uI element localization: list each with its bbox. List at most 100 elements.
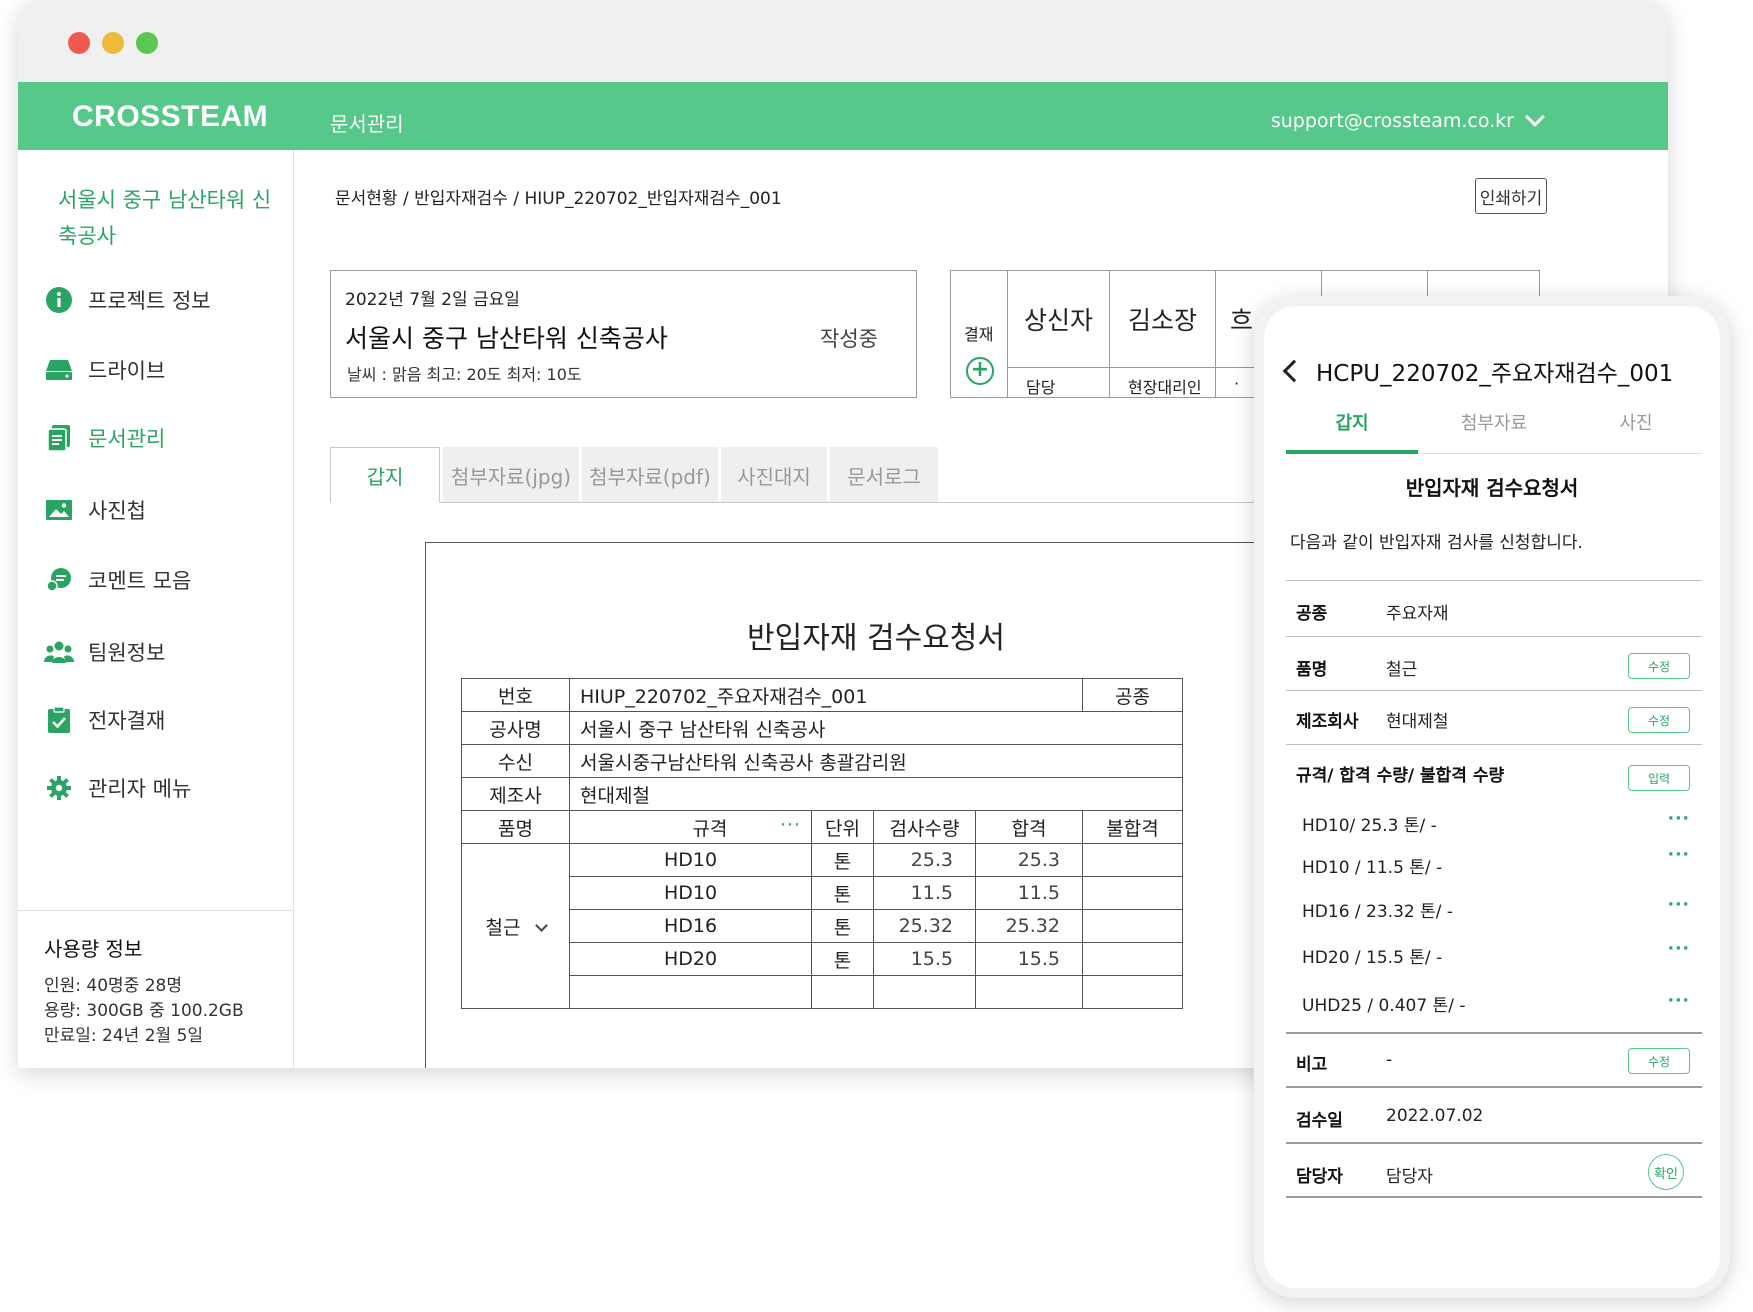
tab-photo-sheet[interactable]: 사진대지 [721,447,827,503]
sidebar-item-label: 팀원정보 [88,641,166,665]
sidebar-item-documents[interactable]: 문서관리 [44,418,165,458]
usage-info: 사용량 정보 인원: 40명중 28명 용량: 300GB 중 100.2GB … [18,910,293,1049]
crossteam-logo[interactable]: CROSSTEAM [72,100,268,134]
sidebar-item-approval[interactable]: 전자결재 [44,700,165,740]
usage-storage: 용량: 300GB 중 100.2GB [44,1001,244,1021]
spec-header-label: 규격 [692,817,728,840]
usage-expiry: 만료일: 24년 2월 5일 [44,1026,204,1046]
tab-attachments-pdf[interactable]: 첨부자료(pdf) [582,447,718,503]
item-header: 품명 [461,810,570,844]
more-icon[interactable]: ··· [780,814,801,836]
table-row: 번호 HIUP_220702_주요자재검수_001 공종 [461,678,1183,712]
drive-icon [44,355,74,385]
sidebar-item-team[interactable]: 팀원정보 [44,632,165,672]
table-row: HD10 톤 11.5 11.5 [462,876,1183,910]
mobile-doc-title: 반입자재 검수요청서 [1405,476,1579,500]
window-titlebar [18,0,1668,82]
sidebar-item-project-info[interactable]: 프로젝트 정보 [44,280,211,320]
tab-cover[interactable]: 갑지 [330,447,440,503]
document-date: 2022년 7월 2일 금요일 [345,290,520,310]
sidebar-item-label: 관리자 메뉴 [88,777,192,801]
more-icon[interactable]: ··· [1668,991,1690,1011]
sidebar-item-comments[interactable]: 코멘트 모음 [44,560,191,600]
account-email: support@crossteam.co.kr [1270,110,1514,132]
fail-cell [1082,975,1183,1009]
tab-document-log[interactable]: 문서로그 [830,447,938,503]
mobile-tab-attachments[interactable]: 첨부자료 [1428,406,1560,454]
spec-cell: HD20 [569,942,812,976]
field-label: 품명 [1296,660,1328,680]
spec-item: HD10/ 25.3 톤/ - [1302,816,1437,836]
field-label: 비고 [1296,1055,1328,1075]
spec-item: HD10 / 11.5 톤/ - [1302,858,1443,878]
account-menu[interactable]: support@crossteam.co.kr [1270,107,1545,132]
table-row-empty [462,975,1183,1009]
maximize-window-button[interactable] [136,32,158,54]
close-window-button[interactable] [68,32,90,54]
sidebar-item-label: 프로젝트 정보 [88,289,211,313]
qty-cell: 25.3 [873,843,976,877]
confirm-manager-button[interactable]: 확인 [1648,1154,1684,1190]
inspection-table: 번호 HIUP_220702_주요자재검수_001 공종 공사명 서울시 중구 … [461,678,1183,1009]
mobile-field-note: 비고 - 수정 [1286,1032,1702,1086]
edit-note-button[interactable]: 수정 [1628,1048,1690,1074]
info-icon [44,285,74,315]
more-icon[interactable]: ··· [1668,809,1690,829]
fail-cell [1082,942,1183,976]
gear-icon [44,773,74,803]
field-value: 주요자재 [1386,604,1449,624]
item-name: 철근 [485,916,521,939]
comment-icon [44,565,74,595]
type-label: 공종 [1082,678,1183,712]
chevron-down-icon [534,918,548,932]
qty-header: 검사수량 [873,810,976,844]
recv-label: 수신 [461,744,570,778]
breadcrumb: 문서현황 / 반입자재검수 / HIUP_220702_반입자재검수_001 [335,189,782,209]
fail-cell [1082,909,1183,943]
pass-cell: 15.5 [975,942,1083,976]
more-icon[interactable]: ··· [1668,845,1690,865]
mobile-tab-photos[interactable]: 사진 [1570,406,1702,454]
unit-cell: 톤 [811,942,874,976]
edit-item-button[interactable]: 수정 [1628,653,1690,679]
back-icon[interactable] [1282,359,1306,383]
mobile-field-maker: 제조회사 현대제철 수정 [1286,690,1702,744]
qty-cell: 11.5 [873,876,976,910]
no-value: HIUP_220702_주요자재검수_001 [569,678,1083,712]
maker-label: 제조사 [461,777,570,811]
more-icon[interactable]: ··· [1668,895,1690,915]
field-label: 검수일 [1296,1111,1343,1131]
header-section-title: 문서관리 [330,112,404,136]
recv-value: 서울시중구남산타워 신축공사 총괄감리원 [569,744,1183,778]
maker-value: 현대제철 [569,777,1183,811]
mobile-tab-cover[interactable]: 갑지 [1286,406,1418,454]
qty-cell: 15.5 [873,942,976,976]
mobile-field-date: 검수일 2022.07.02 [1286,1086,1702,1142]
sidebar-item-photos[interactable]: 사진첩 [44,490,146,530]
app-header: CROSSTEAM 문서관리 support@crossteam.co.kr [18,82,1668,150]
more-icon[interactable]: ··· [1668,939,1690,959]
mobile-field-spec: 규격/ 합격 수량/ 불합격 수량 입력 HD10/ 25.3 톤/ - ···… [1286,744,1702,1032]
minimize-window-button[interactable] [102,32,124,54]
tab-attachments-jpg[interactable]: 첨부자료(jpg) [443,447,579,503]
edit-maker-button[interactable]: 수정 [1628,707,1690,733]
spec-cell: HD10 [569,876,812,910]
input-spec-button[interactable]: 입력 [1628,765,1690,791]
sidebar-item-admin[interactable]: 관리자 메뉴 [44,768,191,808]
site-label: 공사명 [461,711,570,745]
document-info-box: 2022년 7월 2일 금요일 서울시 중구 남산타워 신축공사 작성중 날씨 … [330,270,917,398]
document-icon [44,423,74,453]
spec-cell: HD16 [569,909,812,943]
spec-item: HD16 / 23.32 톤/ - [1302,902,1454,922]
document-preview: 반입자재 검수요청서 번호 HIUP_220702_주요자재검수_001 공종 … [425,542,1325,1068]
print-button[interactable]: 인쇄하기 [1475,178,1547,214]
project-name[interactable]: 서울시 중구 남산타워 신축공사 [58,182,278,254]
unit-cell: 톤 [811,909,874,943]
add-approver-icon[interactable]: + [966,357,994,385]
approval-title: 김소장 [1110,271,1215,368]
item-name-cell[interactable]: 철근 [461,843,570,1009]
sidebar-item-drive[interactable]: 드라이브 [44,350,165,390]
team-icon [44,637,74,667]
table-row: 제조사 현대제철 [461,777,1183,811]
sidebar-item-label: 문서관리 [88,427,166,451]
